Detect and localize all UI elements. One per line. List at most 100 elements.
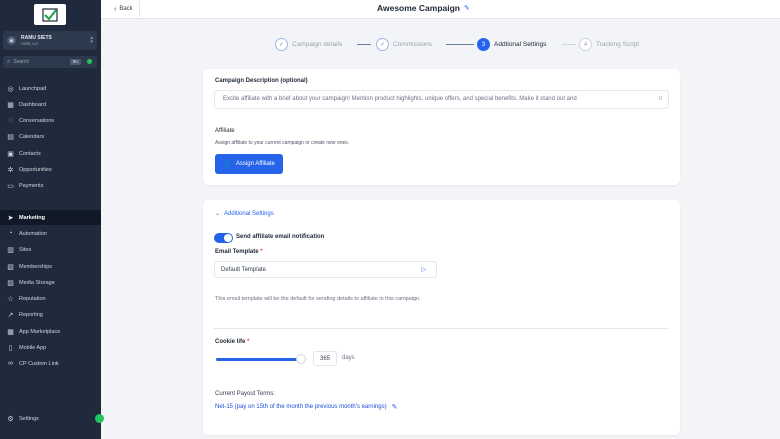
sidebar-item-label: Dashboard <box>19 101 46 108</box>
chat-icon: ◌ <box>8 117 13 124</box>
sidebar-item-payments[interactable]: ▭ Payments <box>0 178 101 193</box>
email-template-select[interactable]: Default Template ▷ <box>214 261 437 278</box>
check-icon: ✓ <box>376 38 389 51</box>
sidebar-item-label: CP Custom Link <box>19 360 59 367</box>
notification-dot[interactable] <box>95 414 104 423</box>
email-template-label-text: Email Template <box>215 249 259 255</box>
step-campaign-details[interactable]: ✓ Campaign details <box>275 38 342 51</box>
chevron-updown-icon: ▴ ▾ <box>90 35 93 45</box>
page-title: Awesome Campaign <box>377 3 460 13</box>
account-location: Ariel, LA <box>21 40 39 46</box>
email-notification-switch[interactable] <box>214 233 233 243</box>
dashboard-icon: ▦ <box>7 101 14 109</box>
description-card: Campaign Description (optional) Excite a… <box>203 69 680 185</box>
company-logo[interactable] <box>34 4 66 25</box>
check-icon: ✓ <box>275 38 288 51</box>
step-tracking-script[interactable]: 4 Tracking Script <box>579 38 639 51</box>
sidebar-item-automation[interactable]: ◔ Automation <box>0 226 101 241</box>
preview-icon[interactable]: ▷ <box>421 266 426 273</box>
step-label: Commissions <box>393 41 433 48</box>
sidebar-item-media-storage[interactable]: ▨ Media Storage <box>0 275 101 290</box>
quick-action-icon[interactable] <box>87 59 92 64</box>
media-icon: ▨ <box>7 279 14 287</box>
description-label: Campaign Description (optional) <box>215 78 308 84</box>
sidebar-item-app-marketplace[interactable]: ▦ App Marketplace <box>0 324 101 339</box>
cookie-slider-handle[interactable] <box>296 354 306 364</box>
back-button[interactable]: ‹ Back <box>108 1 140 17</box>
step-label: Addtional Settings <box>494 41 547 48</box>
sidebar-item-label: Opportunities <box>19 166 52 173</box>
account-switcher[interactable]: ▣ RAMU SIETS Ariel, LA ▴ ▾ <box>3 31 97 50</box>
sidebar-search[interactable]: ⌕ Search ⌘K <box>3 56 97 68</box>
step-connector <box>562 44 576 45</box>
search-shortcut: ⌘K <box>70 59 81 65</box>
affiliate-subtitle: Assign affiliate to your current campaig… <box>215 140 350 146</box>
mobile-icon: ▯ <box>8 344 13 352</box>
sidebar-item-memberships[interactable]: ▧ Memberships <box>0 259 101 274</box>
sidebar-item-settings[interactable]: ⚙ Settings <box>0 411 101 426</box>
divider <box>214 328 669 329</box>
payout-terms-text: Net-15 (pay on 15th of the month the pre… <box>215 404 387 410</box>
edit-title-icon[interactable]: ✎ <box>464 4 470 12</box>
sidebar-item-label: Payments <box>19 182 44 189</box>
step-number: 3 <box>477 38 490 51</box>
edit-icon[interactable]: ✎ <box>392 403 398 411</box>
sidebar-item-label: Reputation <box>19 295 46 302</box>
sidebar-item-sites[interactable]: ▥ Sites <box>0 242 101 257</box>
sidebar-item-label: Contacts <box>19 150 41 157</box>
email-template-help: This email template will be the default … <box>215 296 421 302</box>
sidebar-item-label: Media Storage <box>19 279 55 286</box>
gear-icon: ⚙ <box>7 415 14 423</box>
memberships-icon: ▧ <box>7 263 14 271</box>
add-user-icon: 👤 <box>223 161 232 168</box>
sidebar-item-reputation[interactable]: ☆ Reputation <box>0 291 101 306</box>
sidebar-item-conversations[interactable]: ◌ Conversations <box>0 113 101 128</box>
sidebar-item-label: Mobile App <box>19 344 47 351</box>
marketplace-icon: ▦ <box>7 328 14 336</box>
sidebar-item-mobile-app[interactable]: ▯ Mobile App <box>0 340 101 355</box>
sidebar-item-reporting[interactable]: ↗ Reporting <box>0 307 101 322</box>
sidebar-item-calendars[interactable]: ▤ Calendars <box>0 129 101 144</box>
sidebar-item-marketing[interactable]: ➤ Marketing <box>0 210 101 225</box>
payout-terms-value[interactable]: Net-15 (pay on 15th of the month the pre… <box>215 403 397 411</box>
search-icon: ⌕ <box>7 58 11 65</box>
step-label: Campaign details <box>292 41 343 48</box>
sidebar: ▣ RAMU SIETS Ariel, LA ▴ ▾ ⌕ Search ⌘K ◎ L… <box>0 0 101 439</box>
back-label: Back <box>119 6 133 12</box>
assign-affiliate-button[interactable]: 👤 Assign Affiliate <box>215 154 283 174</box>
automation-icon: ◔ <box>8 230 13 237</box>
affiliate-heading: Affiliate <box>215 128 235 134</box>
rocket-icon: ◎ <box>7 85 14 93</box>
payments-icon: ▭ <box>7 182 14 190</box>
checkmark-logo-icon <box>42 7 58 22</box>
location-icon: ▣ <box>7 36 16 45</box>
payout-terms-label: Current Payout Terms: <box>215 391 275 397</box>
sidebar-item-contacts[interactable]: ▣ Contacts <box>0 146 101 161</box>
sidebar-item-launchpad[interactable]: ◎ Launchpad <box>0 81 101 96</box>
sidebar-item-label: Launchpad <box>19 85 47 92</box>
sites-icon: ▥ <box>7 246 14 254</box>
cookie-life-input[interactable]: 365 <box>313 351 337 366</box>
opportunities-icon: ✲ <box>7 166 14 174</box>
sidebar-item-cp-custom-link[interactable]: ∞ CP Custom Link <box>0 356 101 371</box>
step-label: Tracking Script <box>596 41 640 48</box>
account-name: RAMU SIETS <box>21 34 52 41</box>
sidebar-item-label: Settings <box>19 415 39 422</box>
calendar-icon: ▤ <box>7 133 14 141</box>
step-commissions[interactable]: ✓ Commissions <box>376 38 432 51</box>
star-icon: ☆ <box>7 295 14 303</box>
sidebar-item-dashboard[interactable]: ▦ Dashboard <box>0 97 101 112</box>
sidebar-item-label: Sites <box>19 246 32 253</box>
chart-icon: ↗ <box>7 311 14 319</box>
chevron-down-icon: ⌄ <box>215 211 221 217</box>
character-count: 0 <box>658 96 662 102</box>
sidebar-item-label: Marketing <box>19 214 45 221</box>
required-marker: * <box>247 339 250 345</box>
description-textarea[interactable]: Excite affiliate with a brief about your… <box>214 90 669 109</box>
sidebar-item-opportunities[interactable]: ✲ Opportunities <box>0 162 101 177</box>
description-placeholder: Excite affiliate with a brief about your… <box>223 96 577 102</box>
step-additional-settings[interactable]: 3 Addtional Settings <box>477 38 546 51</box>
additional-settings-toggle[interactable]: ⌄ Additional Settings <box>215 210 274 218</box>
cookie-slider-fill <box>216 358 303 361</box>
additional-settings-label: Additional Settings <box>224 210 274 217</box>
